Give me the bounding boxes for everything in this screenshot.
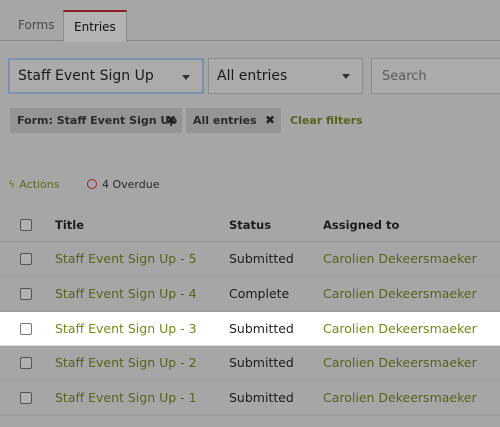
entry-title-link[interactable]: Staff Event Sign Up - 2 — [55, 346, 197, 380]
form-select[interactable]: Staff Event Sign Up — [8, 58, 204, 94]
row-checkbox[interactable] — [20, 357, 32, 369]
tab-entries[interactable]: Entries — [63, 10, 127, 42]
clock-icon — [87, 179, 97, 189]
close-icon[interactable]: ✖ — [166, 108, 176, 133]
assignee-link[interactable]: Carolien Dekeersmaeker — [323, 381, 477, 415]
actions-label: Actions — [19, 178, 60, 191]
overdue-label: 4 Overdue — [102, 178, 160, 191]
row-checkbox[interactable] — [20, 392, 32, 404]
chevron-down-icon — [342, 74, 350, 79]
chevron-down-icon — [182, 75, 190, 80]
column-header-status[interactable]: Status — [229, 208, 271, 242]
table-row[interactable]: Staff Event Sign Up - 4 Complete Carolie… — [0, 277, 500, 312]
entries-table: Title Status Assigned to Staff Event Sig… — [0, 208, 500, 416]
clear-filters-link[interactable]: Clear filters — [290, 114, 363, 127]
column-header-title[interactable]: Title — [55, 208, 84, 242]
tab-bar: Forms Entries — [0, 0, 500, 42]
table-header: Title Status Assigned to — [0, 208, 500, 242]
table-row[interactable]: Staff Event Sign Up - 2 Submitted Caroli… — [0, 346, 500, 381]
filter-chip-form: Form: Staff Event Sign Up ✖ — [10, 108, 182, 133]
assignee-link[interactable]: Carolien Dekeersmaeker — [323, 312, 477, 346]
assignee-link[interactable]: Carolien Dekeersmaeker — [323, 277, 477, 311]
filter-chip-all-entries: All entries ✖ — [186, 108, 281, 133]
entry-title-link[interactable]: Staff Event Sign Up - 1 — [55, 381, 197, 415]
lightning-icon: ϟ — [8, 178, 16, 191]
table-row-highlighted[interactable]: Staff Event Sign Up - 3 Submitted Caroli… — [0, 312, 500, 346]
entry-title-link[interactable]: Staff Event Sign Up - 3 — [55, 312, 197, 346]
assignee-link[interactable]: Carolien Dekeersmaeker — [323, 242, 477, 276]
entries-filter-value: All entries — [217, 68, 288, 84]
table-row[interactable]: Staff Event Sign Up - 1 Submitted Caroli… — [0, 381, 500, 416]
actions-button[interactable]: ϟ Actions — [8, 178, 59, 191]
table-row[interactable]: Staff Event Sign Up - 5 Submitted Caroli… — [0, 242, 500, 277]
row-checkbox[interactable] — [20, 323, 32, 335]
entries-filter-select[interactable]: All entries — [208, 58, 363, 94]
entry-status: Submitted — [229, 355, 294, 370]
entry-status: Complete — [229, 286, 290, 301]
search-input[interactable] — [371, 58, 500, 94]
filter-chip-form-label: Form: Staff Event Sign Up — [17, 114, 178, 127]
column-header-assigned[interactable]: Assigned to — [323, 208, 399, 242]
row-checkbox[interactable] — [20, 288, 32, 300]
assignee-link[interactable]: Carolien Dekeersmaeker — [323, 346, 477, 380]
row-checkbox[interactable] — [20, 253, 32, 265]
filter-chip-all-label: All entries — [193, 114, 257, 127]
entry-status: Submitted — [229, 321, 294, 336]
entry-status: Submitted — [229, 390, 294, 405]
select-all-checkbox[interactable] — [20, 219, 32, 231]
entry-status: Submitted — [229, 251, 294, 266]
close-icon[interactable]: ✖ — [265, 108, 275, 133]
entry-title-link[interactable]: Staff Event Sign Up - 4 — [55, 277, 197, 311]
entry-title-link[interactable]: Staff Event Sign Up - 5 — [55, 242, 197, 276]
tab-forms[interactable]: Forms — [8, 10, 64, 40]
form-select-value: Staff Event Sign Up — [18, 68, 154, 84]
overdue-filter[interactable]: 4 Overdue — [87, 178, 159, 191]
